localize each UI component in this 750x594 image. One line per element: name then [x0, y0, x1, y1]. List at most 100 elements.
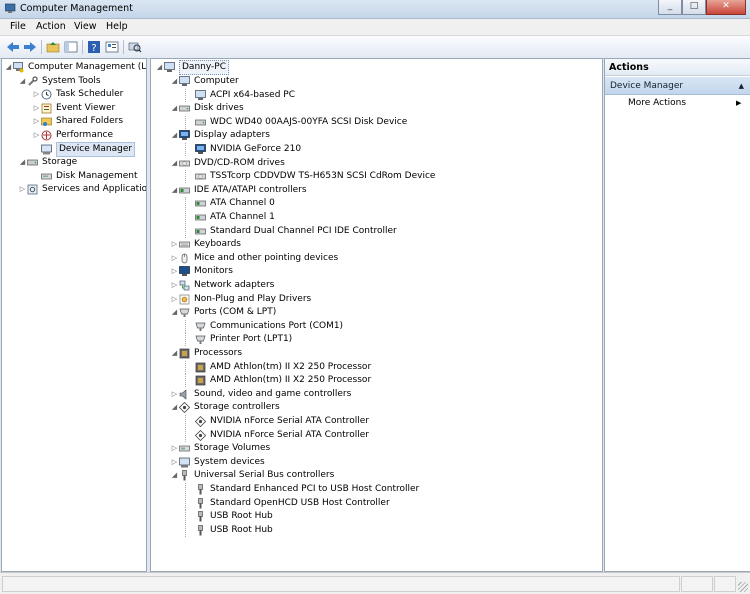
device-category[interactable]: ▷ System devices: [170, 456, 265, 469]
expand-icon[interactable]: ▷: [170, 442, 179, 455]
device-category[interactable]: ▷ Sound, video and game controllers: [170, 388, 351, 401]
device-category[interactable]: ▷ Storage Volumes: [170, 442, 270, 455]
maximize-button[interactable]: □: [682, 0, 706, 15]
expand-icon[interactable]: ▷: [170, 456, 179, 469]
nav-item-event-viewer[interactable]: ▷ Event Viewer: [32, 102, 115, 115]
tree-root-row[interactable]: ◢ Danny-PC: [155, 60, 229, 75]
device-category[interactable]: ◢ Ports (COM & LPT): [170, 306, 276, 319]
menu-file[interactable]: File: [10, 21, 26, 32]
show-hide-console-tree-icon[interactable]: [63, 39, 79, 54]
expand-icon[interactable]: ▷: [170, 252, 179, 265]
device-category[interactable]: ▷ Mice and other pointing devices: [170, 252, 338, 265]
processor-icon: [179, 348, 190, 359]
device-item[interactable]: ACPI x64-based PC: [185, 88, 295, 102]
expand-icon[interactable]: ▷: [32, 102, 41, 115]
close-button[interactable]: ✕: [706, 0, 746, 15]
minimize-button[interactable]: _: [658, 0, 682, 15]
device-item[interactable]: NVIDIA GeForce 210: [185, 143, 301, 156]
collapse-icon[interactable]: ◢: [170, 401, 179, 414]
device-category[interactable]: ◢ Computer: [170, 75, 239, 88]
expand-icon[interactable]: ▷: [170, 293, 179, 306]
expand-icon[interactable]: ▷: [170, 238, 179, 251]
expand-icon[interactable]: ▷: [32, 115, 41, 128]
device-category[interactable]: ◢ Disk drives: [170, 102, 244, 115]
nav-item-services-and-applications[interactable]: ▷ Services and Applications: [18, 183, 146, 196]
collapse-icon[interactable]: ◢: [4, 61, 13, 74]
properties-icon[interactable]: [104, 39, 120, 54]
collapse-icon[interactable]: ◢: [170, 102, 179, 115]
collapse-caret-icon[interactable]: ▲: [739, 77, 744, 95]
collapse-icon[interactable]: ◢: [170, 184, 179, 197]
nav-item-shared-folders[interactable]: ▷ Shared Folders: [32, 115, 123, 128]
device-item[interactable]: Standard Dual Channel PCI IDE Controller: [185, 224, 397, 238]
expand-icon[interactable]: ▷: [18, 183, 27, 196]
nav-item-system-tools[interactable]: ◢ System Tools: [18, 75, 101, 88]
device-category[interactable]: ◢ Display adapters: [170, 129, 270, 142]
device-item[interactable]: Communications Port (COM1): [185, 319, 344, 333]
scan-hardware-icon[interactable]: [127, 39, 143, 54]
device-item[interactable]: AMD Athlon(tm) II X2 250 Processor: [185, 374, 371, 388]
device-category[interactable]: ◢ Processors: [170, 347, 242, 360]
nav-item-device-manager[interactable]: Device Manager: [32, 141, 136, 157]
device-category[interactable]: ▷ Network adapters: [170, 279, 274, 292]
computer-icon: [179, 76, 190, 87]
device-category[interactable]: ▷ Keyboards: [170, 238, 241, 251]
device-item[interactable]: TSSTcorp CDDVDW TS-H653N SCSI CdRom Devi…: [185, 170, 435, 184]
device-category[interactable]: ◢ DVD/CD-ROM drives: [170, 157, 285, 170]
device-item[interactable]: USB Root Hub: [185, 510, 273, 524]
expand-icon[interactable]: ▷: [170, 265, 179, 278]
collapse-icon[interactable]: ◢: [18, 75, 27, 88]
device-item[interactable]: ATA Channel 0: [185, 197, 275, 211]
device-label: Communications Port (COM1): [210, 320, 344, 331]
menu-view[interactable]: View: [74, 21, 97, 32]
actions-section-device-manager[interactable]: Device Manager ▲: [605, 77, 750, 95]
up-folder-icon[interactable]: [45, 39, 61, 54]
forward-arrow-icon[interactable]: [22, 39, 38, 54]
expand-icon[interactable]: ▷: [32, 88, 41, 101]
device-item[interactable]: AMD Athlon(tm) II X2 250 Processor: [185, 360, 371, 374]
collapse-icon[interactable]: ◢: [170, 157, 179, 170]
collapse-icon[interactable]: ◢: [170, 347, 179, 360]
more-actions-item[interactable]: More Actions ▶: [628, 98, 741, 108]
computer-name-label: Danny-PC: [179, 60, 229, 75]
collapse-icon[interactable]: ◢: [170, 129, 179, 142]
collapse-icon[interactable]: ◢: [170, 306, 179, 319]
mouse-icon: [179, 253, 190, 264]
device-item[interactable]: Standard OpenHCD USB Host Controller: [185, 496, 390, 510]
collapse-icon[interactable]: ◢: [170, 75, 179, 88]
expand-icon[interactable]: ▷: [170, 388, 179, 401]
device-category[interactable]: ◢ Universal Serial Bus controllers: [170, 469, 334, 482]
nav-item-disk-management[interactable]: Disk Management: [32, 170, 137, 183]
collapse-icon[interactable]: ◢: [155, 61, 164, 74]
device-category[interactable]: ◢ IDE ATA/ATAPI controllers: [170, 184, 307, 197]
menu-help[interactable]: Help: [106, 21, 128, 32]
expand-icon[interactable]: ▷: [170, 279, 179, 292]
nav-item-task-scheduler[interactable]: ▷ Task Scheduler: [32, 88, 123, 101]
nav-item-performance[interactable]: ▷ Performance: [32, 129, 113, 142]
device-category[interactable]: ▷ Non-Plug and Play Drivers: [170, 293, 311, 306]
device-item[interactable]: Standard Enhanced PCI to USB Host Contro…: [185, 483, 419, 496]
collapse-icon[interactable]: ◢: [18, 156, 27, 169]
device-item[interactable]: Printer Port (LPT1): [185, 333, 293, 347]
back-arrow-icon[interactable]: [5, 39, 21, 54]
device-item[interactable]: NVIDIA nForce Serial ATA Controller: [185, 428, 369, 442]
device-item[interactable]: WDC WD40 00AAJS-00YFA SCSI Disk Device: [185, 115, 407, 129]
collapse-icon[interactable]: ◢: [170, 469, 179, 482]
help-icon[interactable]: ?: [86, 39, 102, 54]
nav-item-computer-management-local[interactable]: ◢ Computer Management (Local: [4, 61, 146, 74]
device-item[interactable]: ATA Channel 1: [185, 211, 275, 224]
device-category[interactable]: ◢ Storage controllers: [170, 401, 280, 414]
actions-pane: Actions Device Manager ▲ More Actions ▶: [604, 58, 750, 572]
device-item[interactable]: NVIDIA nForce Serial ATA Controller: [185, 415, 369, 428]
status-cell-2: [681, 576, 713, 592]
tree-connector: [185, 523, 195, 537]
device-category[interactable]: ▷ Monitors: [170, 265, 233, 278]
nav-item-storage[interactable]: ◢ Storage: [18, 156, 77, 169]
expand-icon[interactable]: ▷: [32, 129, 41, 142]
display-adapter-icon: [195, 144, 206, 155]
menu-action[interactable]: Action: [36, 21, 66, 32]
resize-grip[interactable]: [738, 582, 748, 592]
device-label: NVIDIA GeForce 210: [210, 144, 302, 154]
device-label: Printer Port (LPT1): [210, 334, 293, 345]
device-item[interactable]: USB Root Hub: [185, 523, 273, 537]
